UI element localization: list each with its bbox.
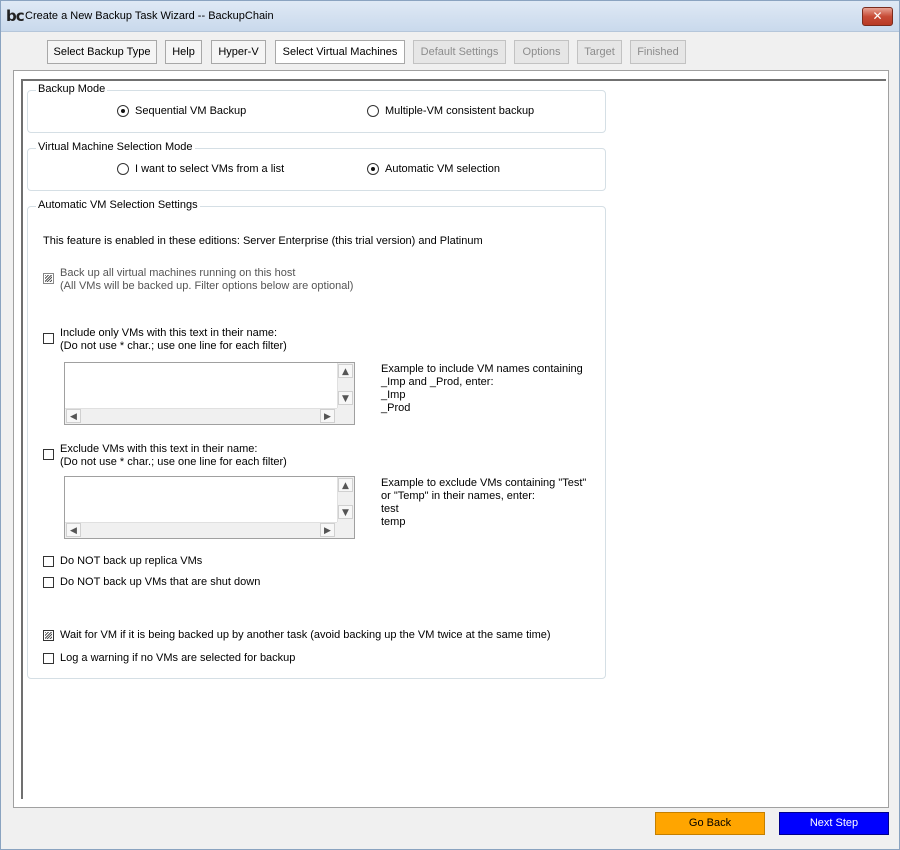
include-example-line-4: _Prod [381, 402, 411, 414]
scroll-down-icon[interactable]: ▼ [338, 391, 353, 405]
title-bar: bc Create a New Backup Task Wizard -- Ba… [1, 1, 899, 32]
scroll-left-icon[interactable]: ◀ [66, 523, 81, 537]
scroll-down-icon[interactable]: ▼ [338, 505, 353, 519]
scroll-corner [337, 522, 354, 538]
log-warning-checkbox[interactable] [43, 653, 54, 664]
include-filter-textbox[interactable]: ▲ ▼ ◀ ▶ [64, 362, 355, 425]
backup-all-note: (All VMs will be backed up. Filter optio… [60, 280, 354, 292]
exclude-filter-label[interactable]: Exclude VMs with this text in their name… [60, 443, 257, 456]
scroll-left-icon[interactable]: ◀ [66, 409, 81, 423]
tab-select-backup-type[interactable]: Select Backup Type [47, 40, 157, 64]
tab-options[interactable]: Options [514, 40, 569, 64]
no-replica-label[interactable]: Do NOT back up replica VMs [60, 555, 202, 568]
automatic-selection-label[interactable]: Automatic VM selection [385, 163, 500, 176]
wizard-window: bc Create a New Backup Task Wizard -- Ba… [0, 0, 900, 850]
select-from-list-radio[interactable] [117, 163, 129, 175]
tab-hyper-v[interactable]: Hyper-V [211, 40, 266, 64]
go-back-button[interactable]: Go Back [655, 812, 765, 835]
no-shutdown-label[interactable]: Do NOT back up VMs that are shut down [60, 576, 260, 589]
exclude-filter-checkbox[interactable] [43, 449, 54, 460]
tab-finished[interactable]: Finished [630, 40, 686, 64]
include-example-line-3: _Imp [381, 389, 406, 401]
include-vertical-scrollbar[interactable]: ▲ ▼ [337, 363, 354, 408]
selection-mode-group: Virtual Machine Selection Mode [27, 141, 606, 191]
window-title: Create a New Backup Task Wizard -- Backu… [25, 10, 274, 22]
app-logo-icon: bc [6, 7, 25, 25]
wait-vm-checkbox[interactable] [43, 630, 54, 641]
scroll-up-icon[interactable]: ▲ [338, 364, 353, 378]
scroll-right-icon[interactable]: ▶ [320, 409, 335, 423]
exclude-example-line-1: Example to exclude VMs containing "Test" [381, 477, 587, 489]
backup-mode-title: Backup Mode [36, 83, 108, 95]
include-filter-label[interactable]: Include only VMs with this text in their… [60, 327, 277, 340]
exclude-example-line-3: test [381, 503, 399, 515]
log-warning-label[interactable]: Log a warning if no VMs are selected for… [60, 652, 295, 665]
exclude-example-line-4: temp [381, 516, 406, 528]
tab-target[interactable]: Target [577, 40, 622, 64]
backup-all-label: Back up all virtual machines running on … [60, 267, 296, 279]
close-button[interactable]: ✕ [862, 7, 893, 26]
scroll-right-icon[interactable]: ▶ [320, 523, 335, 537]
wait-vm-label[interactable]: Wait for VM if it is being backed up by … [60, 629, 551, 642]
exclude-horizontal-scrollbar[interactable]: ◀ ▶ [65, 522, 337, 538]
no-shutdown-checkbox[interactable] [43, 577, 54, 588]
select-from-list-label[interactable]: I want to select VMs from a list [135, 163, 284, 176]
scroll-corner [337, 408, 354, 424]
scroll-up-icon[interactable]: ▲ [338, 478, 353, 492]
selection-mode-title: Virtual Machine Selection Mode [36, 141, 195, 153]
next-step-button[interactable]: Next Step [779, 812, 889, 835]
backup-all-checkbox[interactable] [43, 273, 54, 284]
multiple-vm-backup-label[interactable]: Multiple-VM consistent backup [385, 105, 534, 118]
automatic-selection-radio[interactable] [367, 163, 379, 175]
exclude-filter-note: (Do not use * char.; use one line for ea… [60, 456, 287, 468]
sequential-vm-backup-radio[interactable] [117, 105, 129, 117]
tab-help[interactable]: Help [165, 40, 202, 64]
sequential-vm-backup-label[interactable]: Sequential VM Backup [135, 105, 246, 118]
include-example-line-2: _Imp and _Prod, enter: [381, 376, 494, 388]
include-filter-checkbox[interactable] [43, 333, 54, 344]
tab-select-virtual-machines[interactable]: Select Virtual Machines [275, 40, 405, 64]
auto-settings-title: Automatic VM Selection Settings [36, 199, 200, 211]
edition-note: This feature is enabled in these edition… [43, 235, 483, 247]
include-example-line-1: Example to include VM names containing [381, 363, 583, 375]
tab-default-settings[interactable]: Default Settings [413, 40, 506, 64]
include-horizontal-scrollbar[interactable]: ◀ ▶ [65, 408, 337, 424]
include-filter-note: (Do not use * char.; use one line for ea… [60, 340, 287, 352]
multiple-vm-backup-radio[interactable] [367, 105, 379, 117]
no-replica-checkbox[interactable] [43, 556, 54, 567]
exclude-example-line-2: or "Temp" in their names, enter: [381, 490, 535, 502]
exclude-filter-textbox[interactable]: ▲ ▼ ◀ ▶ [64, 476, 355, 539]
exclude-vertical-scrollbar[interactable]: ▲ ▼ [337, 477, 354, 522]
